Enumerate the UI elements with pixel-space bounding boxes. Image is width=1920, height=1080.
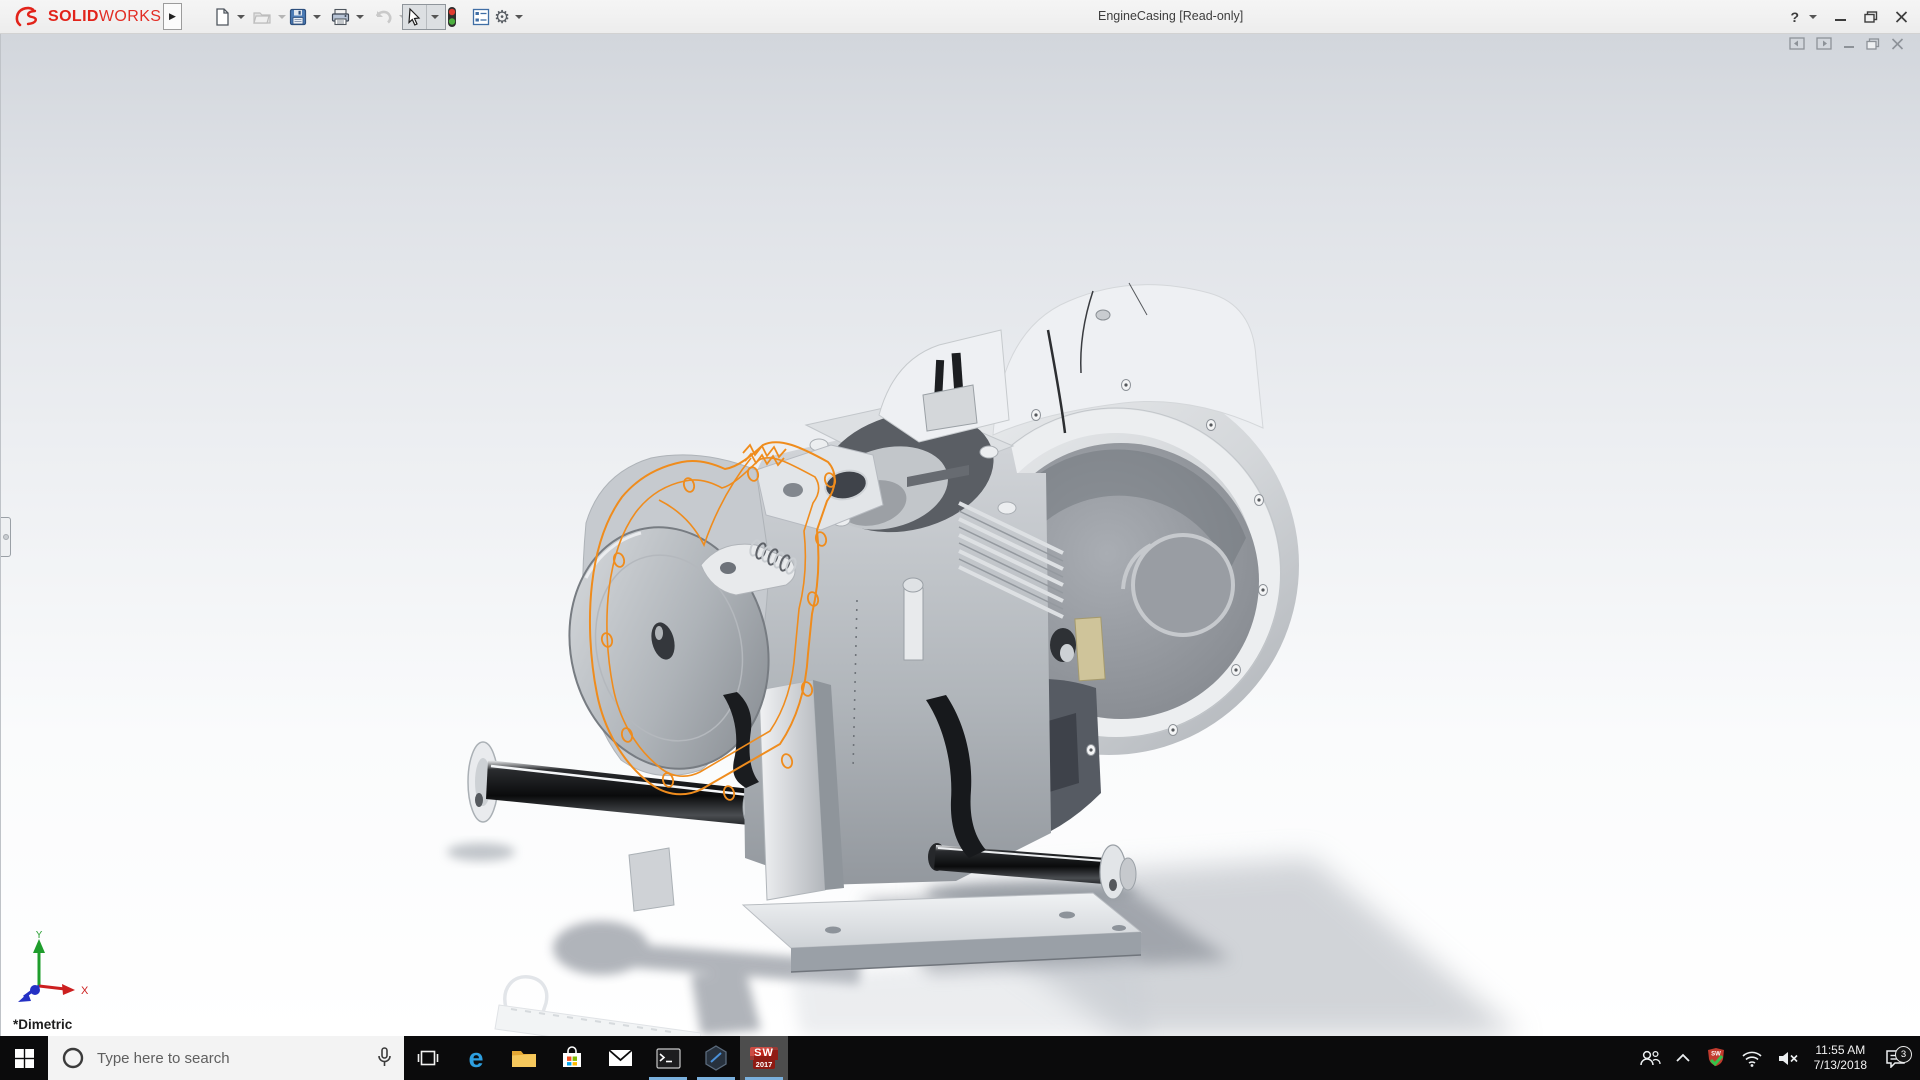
command-prompt-icon: [656, 1048, 681, 1069]
volume-button[interactable]: [1770, 1050, 1806, 1067]
chevron-up-icon: [1675, 1053, 1691, 1063]
taskbar-app-store[interactable]: [548, 1036, 596, 1080]
save-dropdown[interactable]: [313, 15, 321, 19]
solidworks-logo: SOLIDWORKS: [14, 4, 161, 29]
print-dropdown[interactable]: [356, 15, 364, 19]
taskbar-app-solidworks[interactable]: SW 2017: [740, 1036, 788, 1080]
window-title: EngineCasing [Read-only]: [1098, 0, 1243, 33]
sw-resource-monitor[interactable]: SW: [1698, 1047, 1734, 1069]
options-dropdown[interactable]: [515, 15, 523, 19]
people-icon: [1639, 1049, 1661, 1067]
system-tray: SW 11:55 AM 7/13/2018: [1632, 1036, 1920, 1080]
volume-muted-icon: [1777, 1050, 1799, 1067]
ds-logo-icon: [14, 5, 44, 29]
start-button[interactable]: [0, 1036, 48, 1080]
file-explorer-icon: [511, 1047, 537, 1069]
rebuild-stoplight-icon: [445, 6, 459, 28]
cortana-icon: [61, 1046, 85, 1070]
select-tool-pressed[interactable]: [402, 4, 446, 30]
undo-icon: [372, 7, 394, 27]
orientation-triad[interactable]: Y X: [9, 931, 101, 1013]
save-button[interactable]: [288, 4, 321, 29]
notification-badge: 3: [1895, 1046, 1912, 1063]
toolbar-flyout-button[interactable]: ▶: [163, 3, 182, 30]
print-button[interactable]: [330, 4, 364, 29]
window-controls: ?: [1790, 0, 1908, 33]
mail-icon: [608, 1048, 633, 1068]
print-icon: [330, 7, 351, 27]
properties-list-button[interactable]: [471, 4, 491, 29]
search-input[interactable]: [95, 1049, 349, 1068]
wifi-button[interactable]: [1734, 1050, 1770, 1067]
options-button[interactable]: ⚙: [494, 4, 523, 29]
title-bar: SOLIDWORKS ▶: [0, 0, 1920, 34]
doc-close-button[interactable]: [1891, 38, 1904, 50]
pane-previous-button[interactable]: [1789, 37, 1805, 50]
new-document-icon: [212, 7, 232, 27]
pane-next-button[interactable]: [1816, 37, 1832, 50]
options-gear-icon: ⚙: [494, 7, 510, 27]
brand-text: SOLIDWORKS: [48, 8, 161, 26]
sw-shield-icon: SW: [1705, 1047, 1727, 1069]
wifi-icon: [1741, 1050, 1763, 1067]
triad-x-label: X: [81, 985, 89, 997]
help-button[interactable]: ?: [1790, 9, 1817, 25]
select-tool-button[interactable]: [402, 4, 446, 29]
document-window-controls: [1789, 37, 1904, 50]
view-orientation-label: *Dimetric: [13, 1017, 72, 1032]
loose-part-ghost[interactable]: [495, 977, 701, 1036]
help-dropdown[interactable]: [1809, 15, 1817, 19]
doc-minimize-button[interactable]: [1843, 38, 1855, 49]
action-center-button[interactable]: 3: [1875, 1049, 1920, 1068]
minimize-button[interactable]: [1834, 11, 1847, 22]
save-icon: [288, 7, 308, 27]
panel-splitter-handle[interactable]: [1, 517, 11, 557]
taskbar-search[interactable]: [48, 1036, 404, 1080]
new-document-dropdown[interactable]: [237, 15, 245, 19]
select-dropdown[interactable]: [426, 5, 443, 29]
taskbar-app-command-prompt[interactable]: [644, 1036, 692, 1080]
sw-icon-text: SW: [750, 1047, 778, 1060]
splitter-dot-icon: [3, 534, 9, 540]
hidden-icons-button[interactable]: [1668, 1053, 1698, 1063]
open-dropdown[interactable]: [278, 15, 286, 19]
clock-date: 7/13/2018: [1814, 1058, 1867, 1073]
taskbar-app-hexagon[interactable]: [692, 1036, 740, 1080]
solidworks-2017-icon: SW 2017: [749, 1043, 779, 1073]
open-icon: [252, 7, 273, 27]
restore-button[interactable]: [1864, 11, 1878, 23]
store-icon: [560, 1046, 584, 1070]
triad-y-label: Y: [35, 931, 43, 941]
new-document-button[interactable]: [212, 4, 245, 29]
graphics-viewport[interactable]: Y X *Dimetric: [0, 33, 1920, 1036]
people-button[interactable]: [1632, 1049, 1668, 1067]
help-icon: ?: [1790, 9, 1799, 25]
open-button[interactable]: [252, 4, 286, 29]
windows-taskbar: e: [0, 1036, 1920, 1080]
edge-icon: e: [468, 1045, 483, 1072]
hexagon-app-icon: [704, 1045, 728, 1071]
engine-casing-model[interactable]: [1, 33, 1920, 1036]
sw-icon-year: 2017: [753, 1060, 776, 1069]
windows-logo-icon: [15, 1049, 34, 1068]
brand-bold: SOLID: [48, 8, 99, 25]
brand-light: WORKS: [99, 8, 161, 25]
triad-z-axis: [30, 985, 40, 995]
doc-restore-button[interactable]: [1866, 38, 1880, 50]
clock-time: 11:55 AM: [1814, 1043, 1867, 1058]
taskbar-app-file-explorer[interactable]: [500, 1036, 548, 1080]
microphone-icon[interactable]: [377, 1047, 392, 1068]
taskbar-app-edge[interactable]: e: [452, 1036, 500, 1080]
rebuild-stoplight-button[interactable]: [445, 4, 459, 29]
select-cursor-icon: [405, 7, 423, 27]
taskbar-app-mail[interactable]: [596, 1036, 644, 1080]
properties-list-icon: [471, 7, 491, 27]
close-button[interactable]: [1895, 11, 1908, 23]
task-view-button[interactable]: [404, 1036, 452, 1080]
taskbar-clock[interactable]: 11:55 AM 7/13/2018: [1806, 1043, 1875, 1073]
task-view-icon: [417, 1049, 439, 1067]
